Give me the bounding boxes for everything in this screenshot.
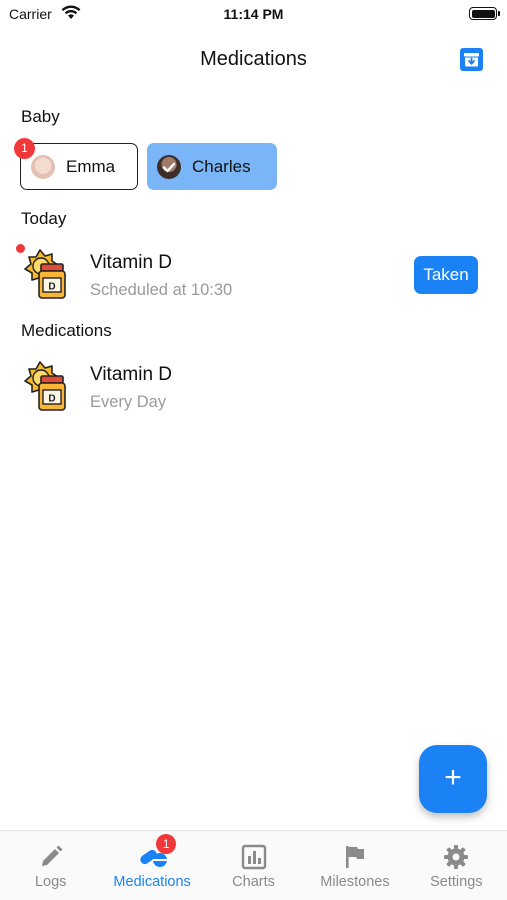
tab-logs[interactable]: Logs — [0, 831, 101, 900]
archive-icon[interactable] — [460, 48, 483, 71]
status-bar: Carrier 11:14 PM — [0, 0, 507, 30]
med-frequency: Every Day — [90, 393, 167, 411]
vitamin-d-icon: D — [20, 360, 72, 416]
notification-badge: 1 — [14, 138, 35, 159]
med-name: Vitamin D — [90, 364, 173, 385]
avatar — [31, 154, 55, 179]
baby-name: Emma — [66, 156, 116, 176]
notification-badge: 1 — [156, 834, 177, 854]
chart-icon — [241, 844, 267, 870]
tab-label: Medications — [113, 874, 191, 890]
tab-label: Milestones — [320, 874, 390, 890]
today-med-row[interactable]: D Vitamin D Scheduled at 10:30 Taken — [16, 244, 487, 308]
tab-label: Settings — [430, 874, 483, 890]
taken-button[interactable]: Taken — [414, 256, 478, 294]
baby-chip-emma[interactable]: 1 Emma — [14, 138, 138, 190]
avatar — [157, 154, 181, 179]
svg-text:D: D — [48, 282, 55, 293]
tab-milestones[interactable]: Milestones — [304, 831, 405, 900]
tab-label: Logs — [34, 874, 67, 890]
today-section-title: Today — [21, 209, 67, 228]
medication-row[interactable]: D Vitamin D Every Day — [20, 360, 487, 420]
tab-bar: Logs 1 Medications Charts Milestones Set… — [0, 830, 507, 900]
svg-text:D: D — [48, 394, 55, 405]
tab-charts[interactable]: Charts — [203, 831, 304, 900]
tab-settings[interactable]: Settings — [406, 831, 507, 900]
battery-icon — [469, 7, 500, 20]
med-schedule: Scheduled at 10:30 — [90, 281, 233, 299]
baby-name: Charles — [192, 156, 251, 176]
baby-section-title: Baby — [21, 107, 60, 126]
gear-icon — [443, 844, 469, 870]
baby-chip-charles[interactable]: Charles — [147, 143, 277, 190]
vitamin-d-icon: D — [20, 248, 72, 304]
tab-medications[interactable]: 1 Medications — [101, 831, 202, 900]
medications-section-title: Medications — [21, 321, 112, 340]
status-time: 11:14 PM — [223, 6, 284, 22]
page-title: Medications — [200, 48, 307, 70]
add-medication-button[interactable]: + — [419, 745, 487, 813]
med-name: Vitamin D — [90, 252, 173, 273]
tab-label: Charts — [232, 874, 275, 890]
flag-icon — [342, 844, 368, 870]
pencil-icon — [38, 844, 64, 870]
